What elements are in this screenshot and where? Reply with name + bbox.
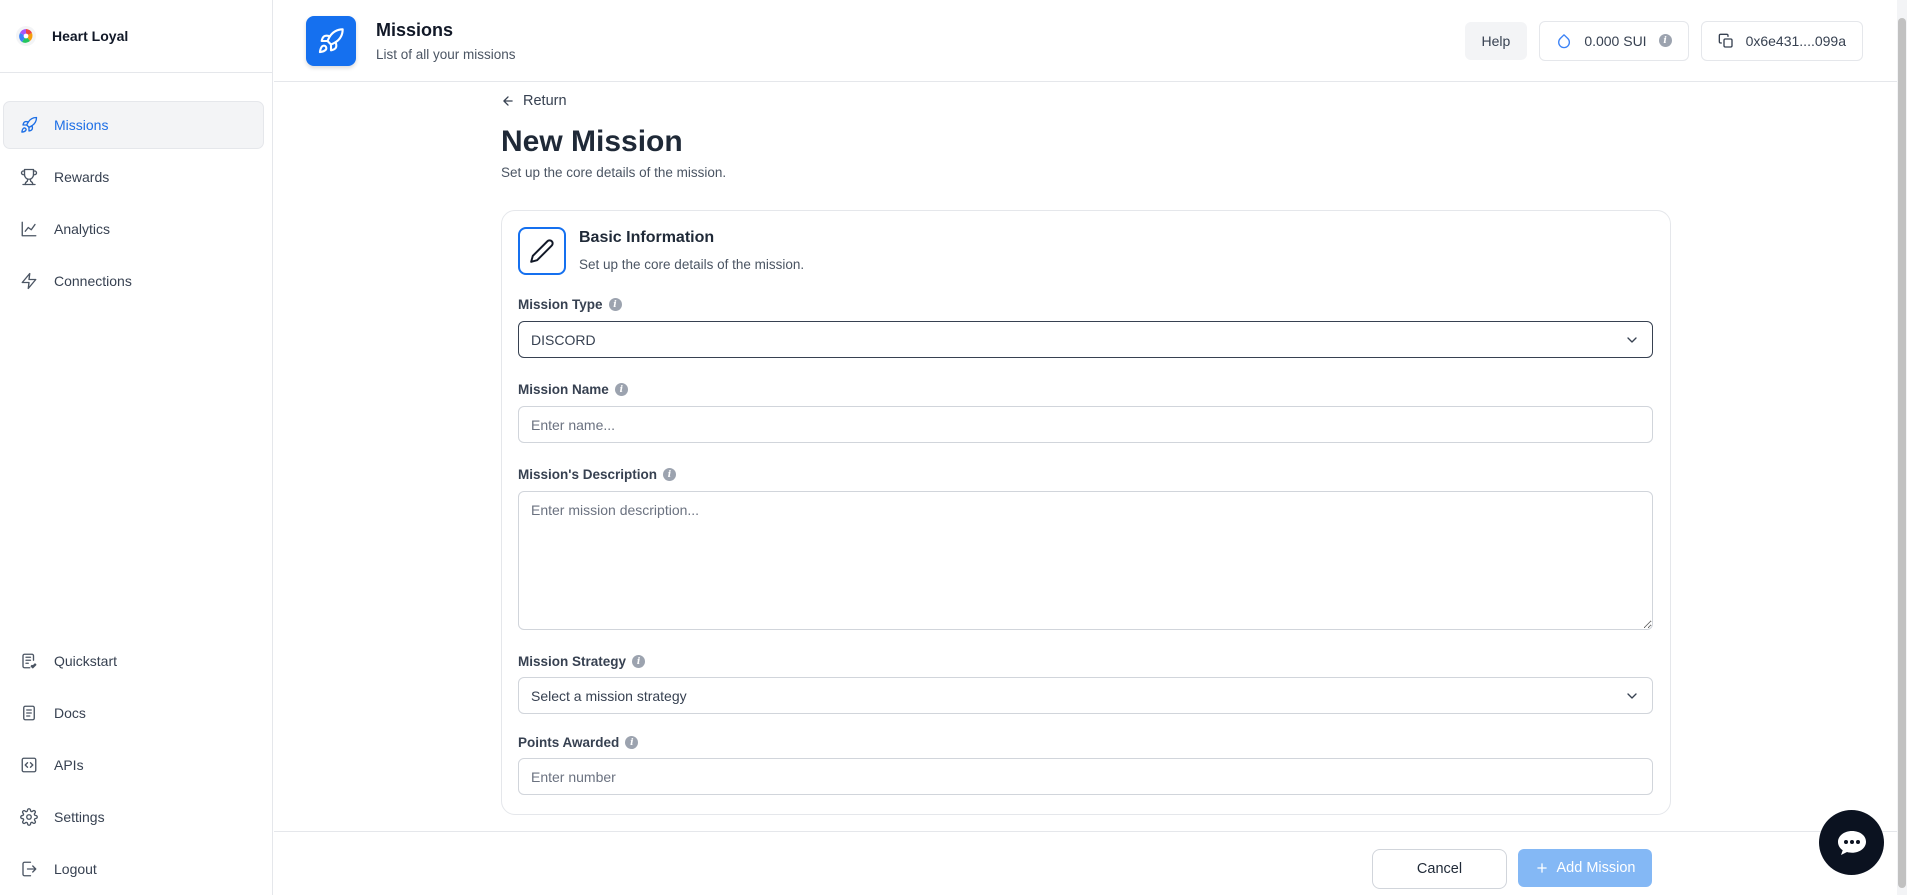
logout-icon [22,861,37,877]
card-subtitle: Set up the core details of the mission. [579,257,805,272]
sidebar-item-label: Quickstart [54,653,118,669]
basic-information-card: Basic Information Set up the core detail… [501,210,1671,815]
sidebar-item-label: Analytics [54,221,111,237]
mission-strategy-field: Mission Strategy i Select a mission stra… [518,654,1653,714]
plus-icon [1536,863,1547,873]
info-icon[interactable]: i [614,383,628,396]
sidebar-item-label: Missions [54,117,109,133]
sidebar-item-rewards[interactable]: Rewards [3,153,264,201]
trophy-icon [20,168,38,186]
field-label: Mission Type i [518,297,1653,312]
code-icon [21,757,37,773]
sidebar-item-label: Settings [54,809,105,825]
wallet-pill[interactable]: 0x6e431....099a [1700,20,1863,61]
info-icon[interactable]: i [663,468,676,481]
droplet-icon [1558,33,1571,48]
sidebar-bottom-nav: Quickstart Docs APIs Settings Logout [0,635,272,895]
arrow-left-icon [503,96,513,106]
mission-description-field: Mission's Description i [518,467,1653,630]
chevron-down-icon [1627,336,1637,343]
app-root: Heart Loyal Missions Rewards Analytics C… [0,0,1907,895]
sidebar-item-label: Connections [54,273,132,289]
card-title: Basic Information [579,229,715,246]
info-icon[interactable]: i [625,736,639,749]
mission-name-field: Mission Name i [518,382,1653,443]
sidebar-nav: Missions Rewards Analytics Connections [0,73,272,305]
new-mission-form: Return New Mission Set up the core detai… [501,83,1671,815]
return-label: Return [523,93,567,109]
field-label: Points Awarded i [518,735,1653,750]
points-awarded-field: Points Awarded i [518,735,1653,795]
field-label: Mission's Description i [518,467,1653,482]
return-link[interactable]: Return [501,93,591,109]
mission-strategy-select[interactable]: Select a mission strategy [518,677,1653,714]
sidebar-item-analytics[interactable]: Analytics [3,205,264,253]
main-content: Return New Mission Set up the core detai… [274,83,1907,895]
gear-icon [20,808,38,826]
pencil-icon [518,227,566,275]
chat-icon [1837,830,1866,855]
sidebar: Heart Loyal Missions Rewards Analytics C… [0,0,273,895]
balance-pill[interactable]: 0.000 SUI i [1539,20,1689,61]
sidebar-item-label: Rewards [54,169,110,185]
header-actions: Help 0.000 SUI i 0x6e431....099a [1464,20,1863,61]
sidebar-item-label: Logout [54,861,97,877]
field-label: Mission Strategy i [518,654,1653,669]
form-footer: Cancel Add Mission [274,831,1907,895]
header-title: Missions [376,19,454,40]
add-mission-button[interactable]: Add Mission [1518,849,1652,887]
info-icon[interactable]: i [1658,34,1672,47]
info-icon[interactable]: i [632,655,646,668]
info-icon[interactable]: i [608,298,622,311]
page-title: New Mission [501,125,683,158]
heart-loyal-logo-icon [14,24,38,48]
page-subtitle: Set up the core details of the mission. [501,165,727,180]
copy-icon [1718,33,1733,48]
brand[interactable]: Heart Loyal [0,0,272,73]
mission-type-value: DISCORD [531,331,596,348]
sidebar-item-label: APIs [54,757,84,773]
cancel-button[interactable]: Cancel [1372,849,1507,889]
points-awarded-input[interactable] [518,758,1653,795]
mission-strategy-value: Select a mission strategy [531,687,687,704]
brand-name: Heart Loyal [52,28,129,44]
zap-icon [21,272,37,290]
card-header: Basic Information Set up the core detail… [518,227,1654,275]
rocket-icon [21,116,38,133]
missions-header-icon [306,15,356,66]
document-icon [23,705,35,721]
balance-value: 0.000 SUI [1584,32,1647,49]
page-scrollbar[interactable] [1897,0,1907,895]
mission-description-textarea[interactable] [518,491,1653,630]
field-label: Mission Name i [518,382,1653,397]
sidebar-item-label: Docs [54,705,86,721]
header-titles: Missions List of all your missions [376,20,516,62]
sidebar-item-docs[interactable]: Docs [3,687,264,739]
mission-type-select[interactable]: DISCORD [518,321,1653,358]
sidebar-item-settings[interactable]: Settings [3,791,264,843]
sidebar-item-apis[interactable]: APIs [3,739,264,791]
chart-line-icon [21,221,37,237]
chat-widget-button[interactable] [1819,810,1884,875]
sidebar-item-logout[interactable]: Logout [3,843,264,895]
wallet-address: 0x6e431....099a [1745,32,1846,49]
help-button[interactable]: Help [1464,21,1528,60]
sidebar-item-quickstart[interactable]: Quickstart [3,635,264,687]
header-subtitle: List of all your missions [376,46,516,62]
add-mission-label: Add Mission [1556,860,1636,876]
sidebar-item-missions[interactable]: Missions [3,101,264,149]
scrollbar-thumb[interactable] [1898,18,1906,888]
chevron-down-icon [1627,692,1637,699]
checklist-icon [22,653,37,669]
mission-name-input[interactable] [518,406,1653,443]
mission-type-field: Mission Type i DISCORD [518,297,1653,358]
top-header: Missions List of all your missions Help … [274,0,1907,82]
sidebar-item-connections[interactable]: Connections [3,257,264,305]
rocket-icon [318,27,344,53]
